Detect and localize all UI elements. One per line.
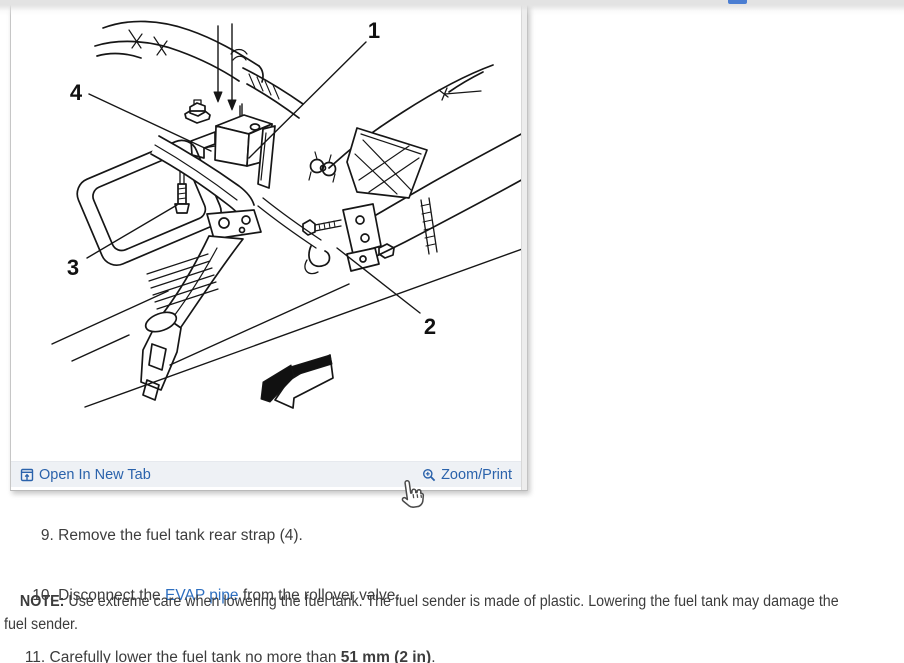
- step-number: 11.: [24, 649, 46, 663]
- fuel-tank-strap-diagram[interactable]: 1 2 3 4: [11, 8, 525, 454]
- callout-2: 2: [424, 314, 436, 339]
- step-11: 11. Carefully lower the fuel tank no mor…: [4, 628, 884, 663]
- open-in-new-tab-icon: [20, 468, 34, 482]
- step-text: .: [431, 649, 436, 663]
- open-in-new-tab-label: Open In New Tab: [39, 466, 151, 483]
- tab-indicator-fragment: [728, 0, 747, 4]
- zoom-print-label: Zoom/Print: [441, 466, 512, 483]
- note-text: Use extreme care when lowering the fuel …: [4, 593, 843, 633]
- step-text: Carefully lower the fuel tank no more th…: [45, 649, 341, 663]
- zoom-icon: [422, 468, 436, 482]
- page: 1 2 3 4 Open In New Tab Zoom/Print 9. Re…: [0, 0, 904, 663]
- step-text: Remove the fuel tank rear strap (4).: [53, 527, 303, 544]
- callout-4: 4: [70, 80, 83, 105]
- note-label: NOTE:: [19, 593, 65, 610]
- step-9: 9. Remove the fuel tank rear strap (4).: [4, 506, 884, 566]
- step-bold-text: 51 mm (2 in): [340, 649, 432, 663]
- open-in-new-tab-link[interactable]: Open In New Tab: [20, 467, 151, 483]
- viewer-footer-bar: Open In New Tab Zoom/Print: [11, 461, 521, 487]
- callout-1: 1: [368, 18, 380, 43]
- image-viewer-panel: 1 2 3 4 Open In New Tab Zoom/Print: [10, 0, 528, 491]
- step-number: 9.: [40, 527, 54, 544]
- callout-3: 3: [67, 255, 79, 280]
- panel-scrollbar[interactable]: [521, 0, 527, 490]
- zoom-print-link[interactable]: Zoom/Print: [422, 467, 512, 483]
